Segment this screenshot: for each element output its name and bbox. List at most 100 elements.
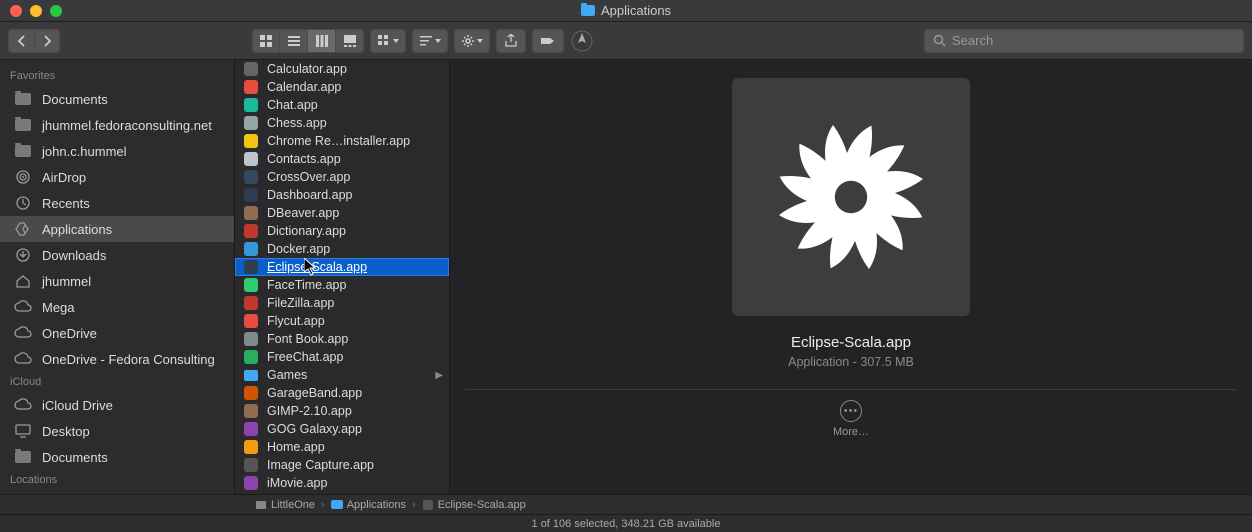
back-button[interactable]	[8, 29, 34, 53]
file-item[interactable]: FileZilla.app	[235, 294, 449, 312]
sidebar-item[interactable]: OneDrive - Fedora Consulting	[0, 346, 234, 372]
sidebar-item[interactable]: Downloads	[0, 242, 234, 268]
forward-button[interactable]	[34, 29, 60, 53]
airdrop-toolbar-button[interactable]	[570, 29, 602, 53]
airdrop-icon	[15, 169, 31, 185]
sidebar-item[interactable]: Recents	[0, 190, 234, 216]
airdrop-glyph-icon	[570, 29, 594, 53]
file-name: Image Capture.app	[267, 458, 374, 472]
file-item[interactable]: Chat.app	[235, 96, 449, 114]
file-name: Contacts.app	[267, 152, 341, 166]
path-separator: ›	[321, 499, 325, 511]
file-item[interactable]: Dictionary.app	[235, 222, 449, 240]
file-name: Chess.app	[267, 116, 327, 130]
sidebar[interactable]: FavoritesDocumentsjhummel.fedoraconsulti…	[0, 60, 235, 494]
path-segment[interactable]: LittleOne	[255, 499, 315, 511]
cloud-icon	[14, 352, 32, 366]
sidebar-item[interactable]: Mega	[0, 294, 234, 320]
minimize-button[interactable]	[30, 5, 42, 17]
apps-icon	[15, 221, 31, 237]
file-item[interactable]: GIMP-2.10.app	[235, 402, 449, 420]
file-item[interactable]: FreeChat.app	[235, 348, 449, 366]
file-item[interactable]: DBeaver.app	[235, 204, 449, 222]
file-list[interactable]: Calculator.appCalendar.appChat.app Chess.…	[235, 60, 450, 494]
sidebar-item[interactable]: Applications	[0, 216, 234, 242]
sidebar-item-label: Documents	[42, 450, 108, 465]
sidebar-item[interactable]: jhummel	[0, 268, 234, 294]
sidebar-item[interactable]: AirDrop	[0, 164, 234, 190]
file-item[interactable]: Calculator.app	[235, 60, 449, 78]
tags-button[interactable]	[532, 29, 564, 53]
sort-by-button[interactable]	[412, 29, 448, 53]
sidebar-item-label: AirDrop	[42, 170, 86, 185]
file-name: Home.app	[267, 440, 325, 454]
file-name: iMovie.app	[267, 476, 327, 490]
sidebar-item-label: john.c.hummel	[42, 144, 127, 159]
app-icon	[244, 278, 258, 292]
sidebar-item[interactable]: Desktop	[0, 418, 234, 444]
folder-item[interactable]: Games▶	[235, 366, 449, 384]
search-input[interactable]	[952, 33, 1235, 48]
file-item[interactable]: CrossOver.app	[235, 168, 449, 186]
file-item[interactable]: Calendar.app	[235, 78, 449, 96]
close-button[interactable]	[10, 5, 22, 17]
maximize-button[interactable]	[50, 5, 62, 17]
file-item[interactable]: Home.app	[235, 438, 449, 456]
sidebar-item[interactable]: OneDrive	[0, 320, 234, 346]
sidebar-item[interactable]: john.c.hummel	[0, 138, 234, 164]
ellipsis-icon: •••	[840, 400, 862, 422]
file-item[interactable]: Image Capture.app	[235, 456, 449, 474]
search-field[interactable]	[924, 29, 1244, 53]
chevron-down-icon	[393, 39, 399, 43]
file-item[interactable]: Chess.app	[235, 114, 449, 132]
sidebar-item-label: Downloads	[42, 248, 106, 263]
main-area: FavoritesDocumentsjhummel.fedoraconsulti…	[0, 60, 1252, 494]
app-icon	[244, 62, 258, 76]
more-button[interactable]: ••• More…	[833, 400, 869, 438]
sidebar-item-label: OneDrive - Fedora Consulting	[42, 352, 215, 367]
sidebar-item[interactable]: Documents	[0, 86, 234, 112]
file-name: Eclipse-Scala.app	[267, 260, 367, 274]
file-item[interactable]: iMovie.app	[235, 474, 449, 492]
gear-icon	[461, 34, 475, 48]
file-item[interactable]: Eclipse-Scala.app	[235, 258, 449, 276]
app-icon	[244, 476, 258, 490]
file-item[interactable]: Chrome Re…installer.app	[235, 132, 449, 150]
sidebar-item[interactable]: Documents	[0, 444, 234, 470]
file-item[interactable]: Docker.app	[235, 240, 449, 258]
file-item[interactable]: Contacts.app	[235, 150, 449, 168]
list-view-button[interactable]	[280, 29, 308, 53]
sidebar-item[interactable]: iCloud Drive	[0, 392, 234, 418]
path-label: Applications	[347, 499, 406, 511]
file-item[interactable]: FaceTime.app	[235, 276, 449, 294]
preview-meta: Application - 307.5 MB	[788, 355, 914, 369]
file-item[interactable]: Flycut.app	[235, 312, 449, 330]
sidebar-item[interactable]: jhummel.fedoraconsulting.net	[0, 112, 234, 138]
window-title: Applications	[581, 3, 671, 18]
icon-view-button[interactable]	[252, 29, 280, 53]
share-button[interactable]	[496, 29, 526, 53]
file-item[interactable]: GOG Galaxy.app	[235, 420, 449, 438]
app-icon	[244, 134, 258, 148]
sidebar-item-label: OneDrive	[42, 326, 97, 341]
app-icon	[244, 296, 258, 310]
column-view-button[interactable]	[308, 29, 336, 53]
file-item[interactable]: GarageBand.app	[235, 384, 449, 402]
folder-icon	[15, 145, 31, 157]
file-name: FreeChat.app	[267, 350, 343, 364]
app-icon	[244, 332, 258, 346]
file-item[interactable]: Font Book.app	[235, 330, 449, 348]
app-icon	[244, 404, 258, 418]
file-item[interactable]: Dashboard.app	[235, 186, 449, 204]
action-button[interactable]	[454, 29, 490, 53]
gallery-view-button[interactable]	[336, 29, 364, 53]
group-by-button[interactable]	[370, 29, 406, 53]
sidebar-item-label: jhummel	[42, 274, 91, 289]
home-icon	[15, 273, 31, 289]
path-segment[interactable]: Eclipse-Scala.app	[422, 499, 526, 511]
folder-icon	[244, 370, 258, 381]
path-segment[interactable]: Applications	[331, 499, 406, 511]
grid-icon	[259, 34, 273, 48]
tag-icon	[540, 35, 556, 47]
list-icon	[287, 34, 301, 48]
